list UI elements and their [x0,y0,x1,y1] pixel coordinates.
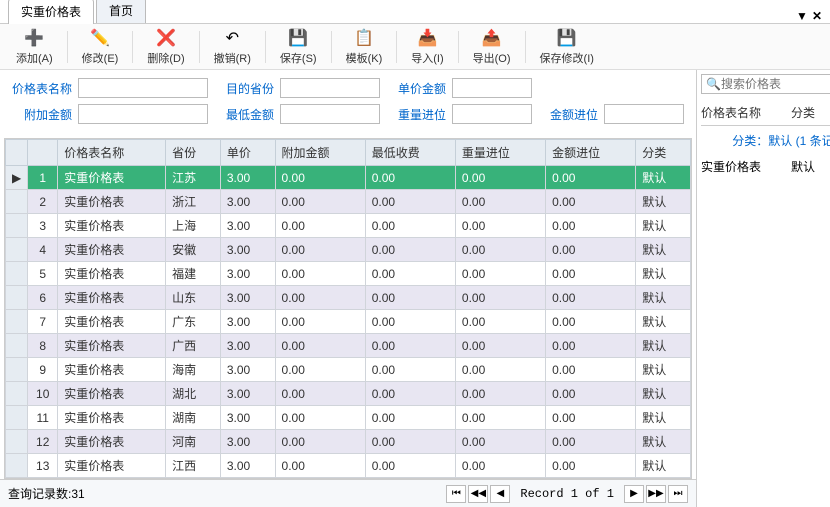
table-row[interactable]: ▶1实重价格表江苏3.000.000.000.000.00默认 [6,166,691,190]
table-row[interactable]: 6实重价格表山东3.000.000.000.000.00默认 [6,286,691,310]
col-unit[interactable]: 单价 [220,140,275,166]
side-col-name: 价格表名称 [701,104,791,121]
filter-addition-label: 附加金额 [12,106,72,123]
filter-minfee-label: 最低金额 [214,106,274,123]
record-count-label: 查询记录数: [8,485,71,502]
tab-price-table[interactable]: 实重价格表 [8,0,94,24]
price-table[interactable]: 价格表名称 省份 单价 附加金额 最低收费 重量进位 金额进位 分类 ▶1实重价… [5,139,691,479]
collapse-icon[interactable]: ▼ [796,9,808,23]
filter-province-input[interactable] [280,78,380,98]
close-icon[interactable]: ✕ [812,9,822,23]
save-edit-icon: 💾 [557,28,577,48]
table-row[interactable]: 4实重价格表安徽3.000.000.000.000.00默认 [6,238,691,262]
import-icon: 📥 [417,28,437,48]
table-row[interactable]: 2实重价格表浙江3.000.000.000.000.00默认 [6,190,691,214]
search-icon: 🔍 [706,77,721,91]
side-col-category: 分类 [791,104,830,121]
tab-home[interactable]: 首页 [96,0,146,23]
add-button[interactable]: ➕添加(A) [8,26,61,68]
filter-unitprice-input[interactable] [452,78,532,98]
edit-button[interactable]: ✏️修改(E) [74,26,127,68]
table-row[interactable]: 10实重价格表湖北3.000.000.000.000.00默认 [6,382,691,406]
table-row[interactable]: 13实重价格表江西3.000.000.000.000.00默认 [6,454,691,478]
table-row[interactable]: 7实重价格表广东3.000.000.000.000.00默认 [6,310,691,334]
save-icon: 💾 [288,28,308,48]
edit-icon: ✏️ [90,28,110,48]
undo-button[interactable]: ↶撤销(R) [206,26,259,68]
plus-icon: ➕ [24,28,44,48]
table-row[interactable]: 5实重价格表福建3.000.000.000.000.00默认 [6,262,691,286]
import-button[interactable]: 📥导入(I) [403,26,451,68]
record-count: 31 [71,487,84,501]
side-row[interactable]: 实重价格表 默认 [701,155,830,178]
col-amountstep[interactable]: 金额进位 [546,140,636,166]
save-button[interactable]: 💾保存(S) [272,26,325,68]
pager-text: Record 1 of 1 [520,487,614,501]
filter-province-label: 目的省份 [214,80,274,97]
template-button[interactable]: 📋模板(K) [338,26,391,68]
export-icon: 📤 [482,28,502,48]
filter-addition-input[interactable] [78,104,208,124]
col-addition[interactable]: 附加金额 [275,140,365,166]
pager-next-page[interactable]: ▶▶ [646,485,666,503]
table-row[interactable]: 8实重价格表广西3.000.000.000.000.00默认 [6,334,691,358]
delete-icon: ❌ [156,28,176,48]
filter-minfee-input[interactable] [280,104,380,124]
filter-name-input[interactable] [78,78,208,98]
col-province[interactable]: 省份 [166,140,221,166]
filter-weightstep-label: 重量进位 [386,106,446,123]
template-icon: 📋 [354,28,374,48]
undo-icon: ↶ [222,28,242,48]
col-category[interactable]: 分类 [636,140,691,166]
save-edit-button[interactable]: 💾保存修改(I) [532,26,602,68]
filter-name-label: 价格表名称 [12,80,72,97]
delete-button[interactable]: ❌删除(D) [139,26,192,68]
table-row[interactable]: 3实重价格表上海3.000.000.000.000.00默认 [6,214,691,238]
table-row[interactable]: 9实重价格表海南3.000.000.000.000.00默认 [6,358,691,382]
table-row[interactable]: 12实重价格表河南3.000.000.000.000.00默认 [6,430,691,454]
pager-last[interactable]: ⏭ [668,485,688,503]
side-search-input[interactable] [721,77,830,91]
filter-amountstep-label: 金额进位 [538,106,598,123]
filter-amountstep-input[interactable] [604,104,684,124]
table-row[interactable]: 11实重价格表湖南3.000.000.000.000.00默认 [6,406,691,430]
pager-first[interactable]: ⏮ [446,485,466,503]
col-name[interactable]: 价格表名称 [58,140,166,166]
pager-next[interactable]: ▶ [624,485,644,503]
col-weightstep[interactable]: 重量进位 [455,140,545,166]
pager-prev[interactable]: ◀ [490,485,510,503]
filter-unitprice-label: 单价金额 [386,80,446,97]
side-group-header[interactable]: 分类：默认 (1 条记录) [701,126,830,155]
filter-weightstep-input[interactable] [452,104,532,124]
pager-prev-page[interactable]: ◀◀ [468,485,488,503]
export-button[interactable]: 📤导出(O) [465,26,519,68]
col-minfee[interactable]: 最低收费 [365,140,455,166]
